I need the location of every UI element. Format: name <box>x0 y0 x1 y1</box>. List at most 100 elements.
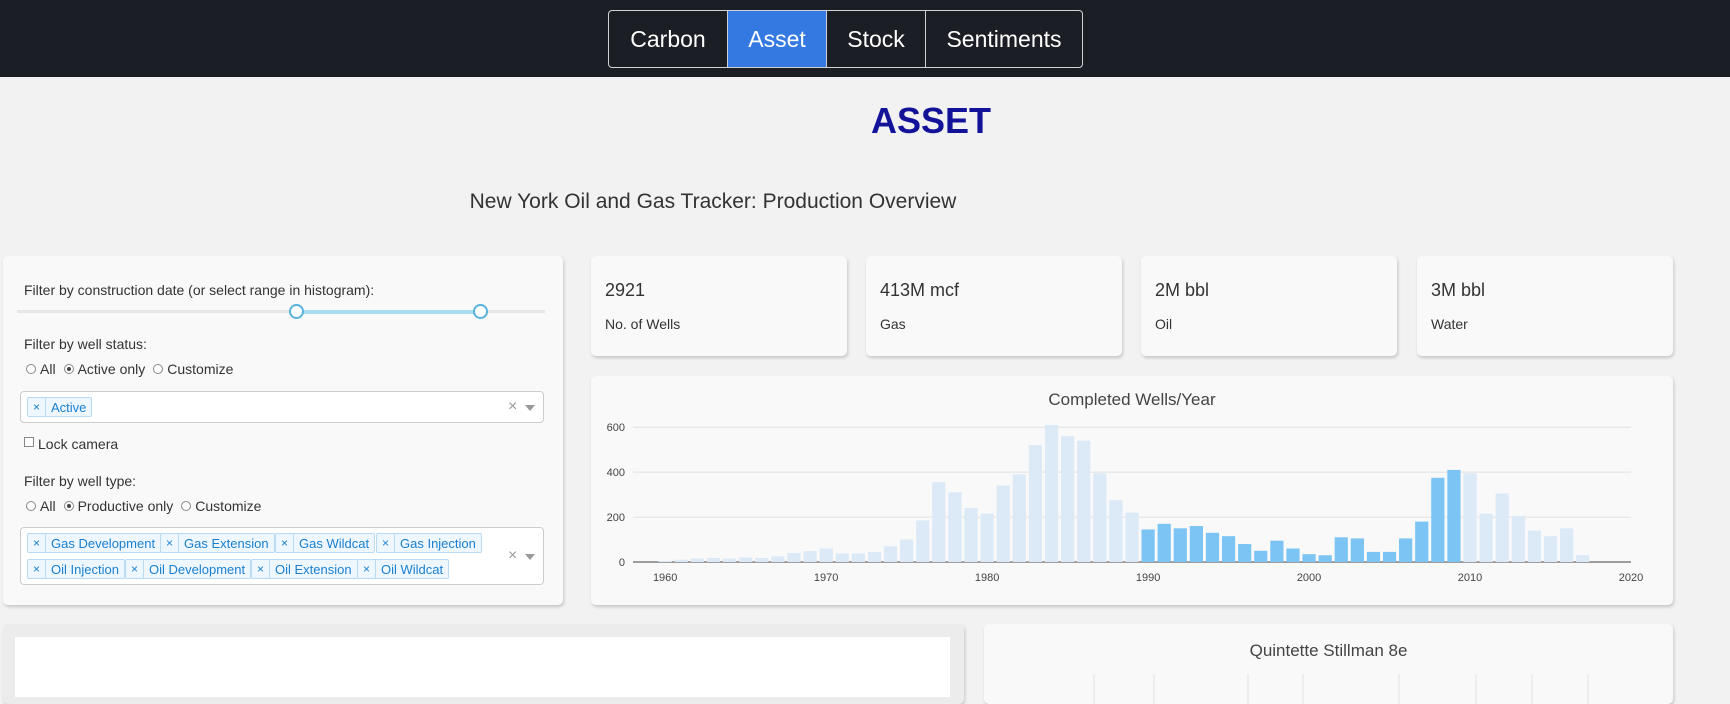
histogram-bar <box>932 482 946 562</box>
type-multiselect[interactable]: × Gas Development × Gas Extension × Gas Wil… <box>20 527 544 585</box>
remove-tag-icon[interactable]: × <box>126 560 144 578</box>
remove-tag-icon[interactable]: × <box>377 534 395 552</box>
page-subtitle: New York Oil and Gas Tracker: Production… <box>469 190 957 213</box>
histogram-bar <box>851 553 865 562</box>
stat-label: Oil <box>1155 316 1173 332</box>
histogram-bar <box>1238 544 1252 562</box>
histogram-bar <box>819 548 833 562</box>
lock-camera-checkbox[interactable] <box>24 437 34 447</box>
histogram-bar <box>996 485 1010 562</box>
stat-value: 413M mcf <box>880 280 960 300</box>
nav-tabs: Carbon Asset Stock Sentiments <box>608 10 1083 68</box>
stat-label: No. of Wells <box>605 316 681 332</box>
stat-value: 2921 <box>605 280 646 300</box>
histogram-bar <box>1560 528 1574 562</box>
completed-wells-histogram[interactable]: 0 200 400 600 1960 1970 1980 1990 2000 2010 2020 <box>591 376 1673 605</box>
status-radio-customize[interactable] <box>153 364 164 374</box>
chevron-down-icon[interactable] <box>525 554 535 560</box>
histogram-bar <box>1479 513 1493 562</box>
tag-label: Oil Injection <box>51 561 119 577</box>
status-radio-all-label: All <box>40 361 56 377</box>
histogram-bar <box>1576 555 1590 562</box>
histogram-bar <box>755 557 769 562</box>
type-tag: × Oil Development <box>125 559 252 579</box>
clear-icon[interactable]: × <box>508 398 517 416</box>
remove-tag-icon[interactable]: × <box>252 560 270 578</box>
tab-carbon[interactable]: Carbon <box>609 11 728 67</box>
histogram-bar <box>674 559 688 562</box>
chevron-down-icon[interactable] <box>525 405 535 411</box>
type-radio-productive-only[interactable] <box>63 501 74 511</box>
histogram-bar <box>1399 538 1413 562</box>
histogram-bar <box>722 558 737 562</box>
histogram-bar <box>1205 532 1220 562</box>
tab-stock[interactable]: Stock <box>827 11 926 67</box>
remove-tag-icon[interactable]: × <box>161 534 179 552</box>
status-radio-active-only[interactable] <box>63 364 74 374</box>
status-radio-all[interactable] <box>26 364 36 374</box>
stat-card-gas: 413M mcf Gas <box>866 256 1122 356</box>
date-range-slider-end-handle[interactable] <box>473 304 488 319</box>
histogram-bar <box>1350 538 1364 562</box>
completed-wells-chart-card: Completed Wells/Year 0 200 400 600 1960 1970 1… <box>591 376 1673 605</box>
type-tag: × Gas Wildcat <box>275 533 376 553</box>
histogram-bar <box>1431 477 1445 562</box>
histogram-bar <box>771 556 785 562</box>
tab-sentiments[interactable]: Sentiments <box>926 11 1082 67</box>
stat-card-wells: 2921 No. of Wells <box>591 256 847 356</box>
date-filter-label: Filter by construction date (or select r… <box>24 282 375 298</box>
date-range-slider-selection <box>295 310 480 314</box>
histogram-bar <box>1382 551 1397 562</box>
tab-asset[interactable]: Asset <box>728 11 827 67</box>
status-filter-label: Filter by well status: <box>24 336 147 352</box>
tag-label: Gas Wildcat <box>299 535 370 551</box>
tag-label: Gas Injection <box>400 535 476 551</box>
histogram-bar <box>1125 512 1139 562</box>
remove-tag-icon[interactable]: × <box>28 398 46 416</box>
remove-tag-icon[interactable]: × <box>28 534 46 552</box>
histogram-bar <box>980 513 994 562</box>
histogram-bar <box>1543 536 1558 562</box>
tag-label: Oil Development <box>149 561 246 577</box>
stat-value: 3M bbl <box>1431 280 1486 300</box>
histogram-bar <box>1495 493 1509 562</box>
histogram-bar <box>1173 528 1187 562</box>
type-tag: × Oil Injection <box>27 559 125 579</box>
y-tick-label: 200 <box>607 512 625 524</box>
histogram-bar <box>1270 540 1284 562</box>
stat-card-oil: 2M bbl Oil <box>1141 256 1397 356</box>
histogram-bar <box>1077 440 1091 562</box>
status-tag-active: × Active <box>27 397 93 417</box>
remove-tag-icon[interactable]: × <box>28 560 46 578</box>
date-range-slider-start-handle[interactable] <box>289 304 304 319</box>
individual-well-chart-grid <box>1093 674 1589 704</box>
clear-icon[interactable]: × <box>508 547 517 565</box>
status-multiselect[interactable]: × Active × <box>20 391 544 423</box>
stat-label: Water <box>1431 316 1468 332</box>
y-tick-label: 400 <box>607 467 625 479</box>
histogram-bar <box>1318 555 1332 562</box>
histogram-bar <box>1463 473 1477 562</box>
type-radio-group: All Productive only Customize <box>24 498 267 514</box>
remove-tag-icon[interactable]: × <box>276 534 294 552</box>
histogram-bar <box>835 553 849 562</box>
map-canvas[interactable] <box>15 637 950 697</box>
type-radio-customize[interactable] <box>181 501 192 511</box>
lock-camera-label: Lock camera <box>38 436 119 452</box>
type-radio-all[interactable] <box>26 501 36 511</box>
histogram-bar <box>690 558 704 562</box>
x-tick-label: 1970 <box>814 572 838 584</box>
histogram-bar <box>1221 536 1236 562</box>
remove-tag-icon[interactable]: × <box>358 560 376 578</box>
type-filter-label: Filter by well type: <box>24 473 137 489</box>
stat-card-water: 3M bbl Water <box>1417 256 1673 356</box>
type-tag: × Gas Injection <box>376 533 482 553</box>
x-tick-label: 1980 <box>975 572 999 584</box>
type-tag: × Oil Extension <box>251 559 358 579</box>
x-tick-label: 2020 <box>1619 572 1643 584</box>
histogram-bar <box>1028 445 1043 562</box>
histogram-bar <box>658 560 672 562</box>
histogram-bar <box>1109 500 1123 562</box>
histogram-bar <box>1157 523 1171 562</box>
type-radio-all-label: All <box>40 498 56 514</box>
